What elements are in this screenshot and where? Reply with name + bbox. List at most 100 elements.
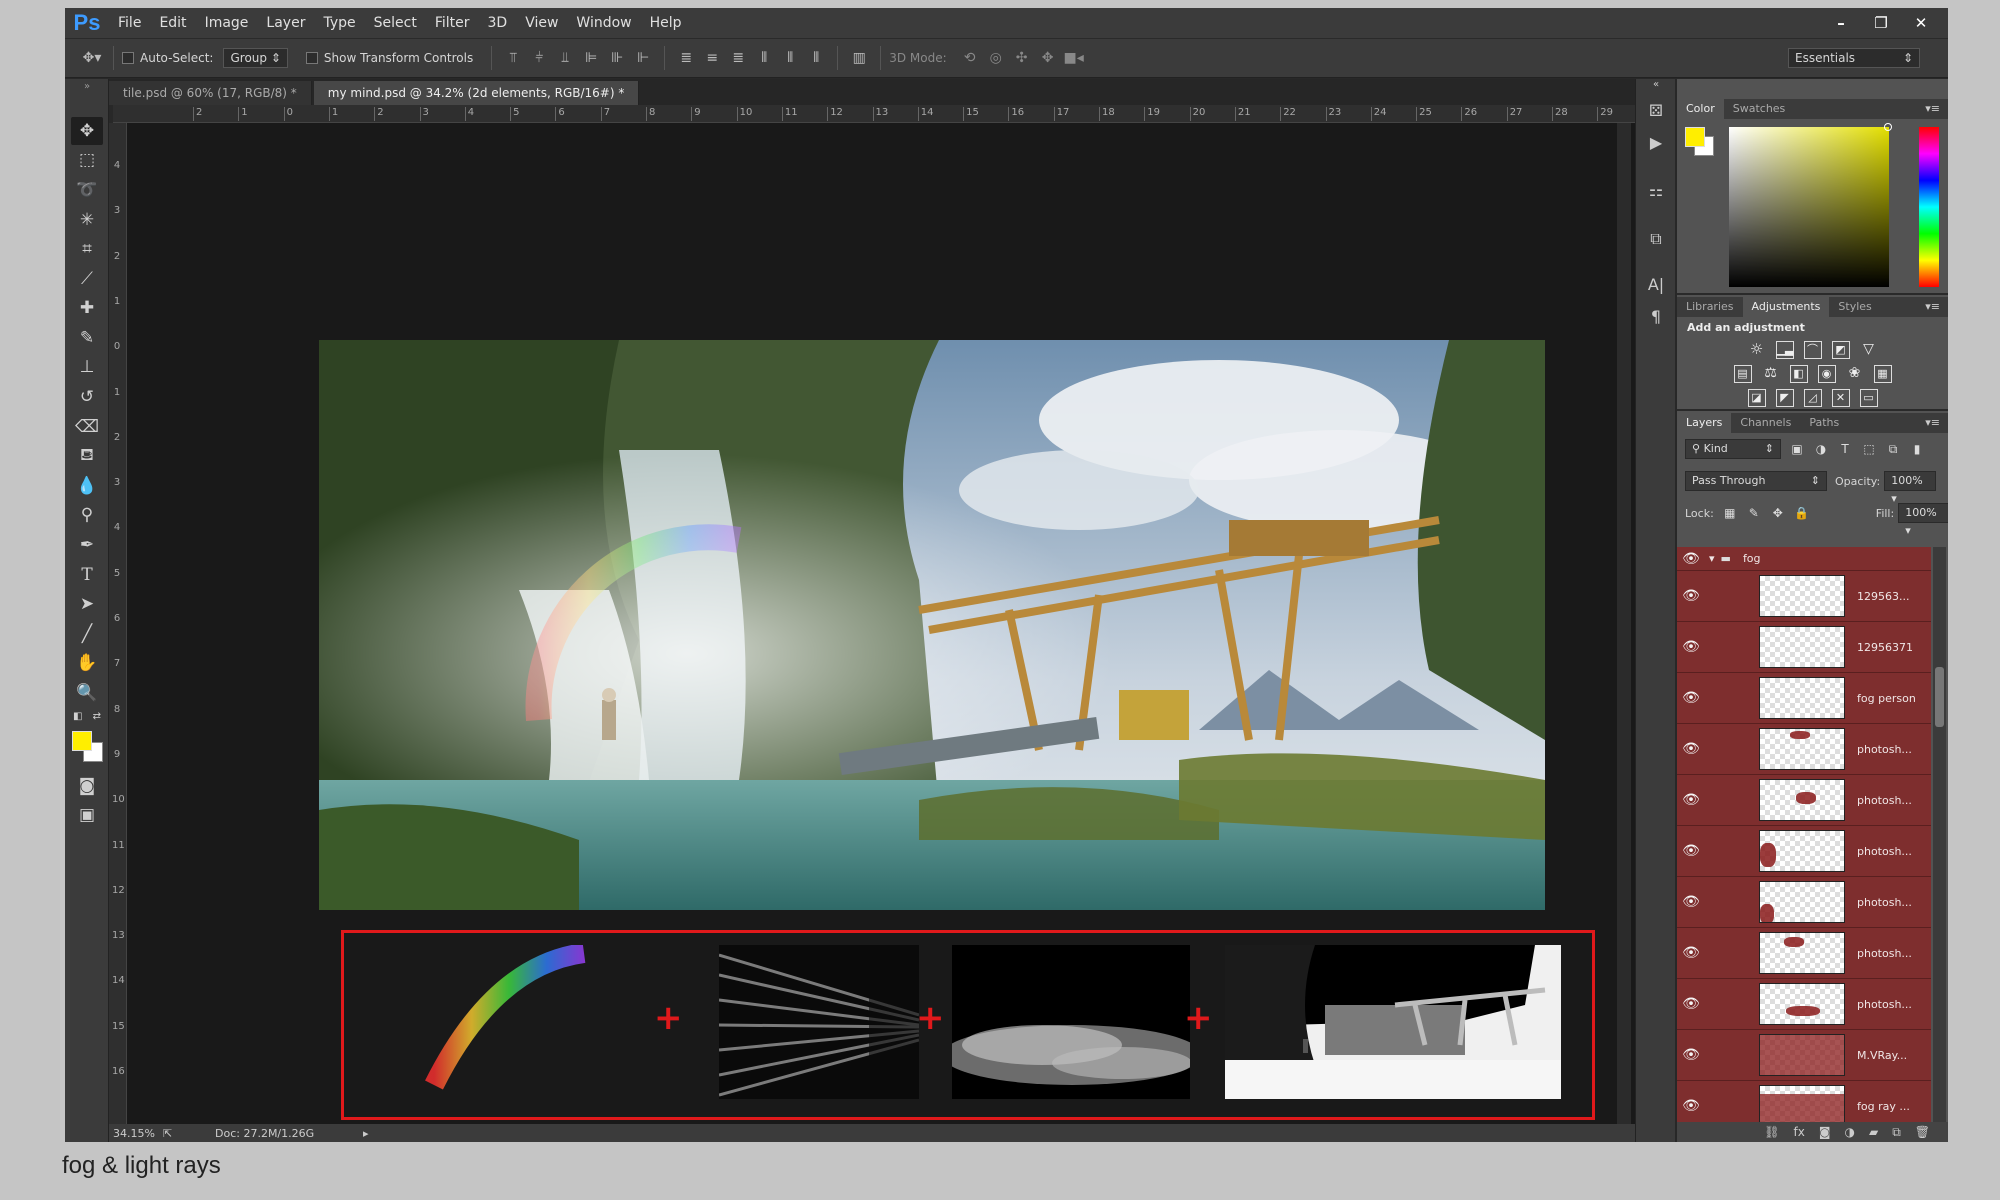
levels-icon[interactable]: ▁▃	[1775, 341, 1794, 359]
group-expand-icon[interactable]: ▾	[1709, 552, 1715, 565]
visibility-eye-icon[interactable]: 👁	[1677, 741, 1705, 757]
layer-row[interactable]: 👁 fog person	[1677, 673, 1931, 724]
layer-thumbnail[interactable]	[1759, 575, 1845, 617]
menu-image[interactable]: Image	[196, 8, 258, 38]
distribute-vcenter-icon[interactable]: ≡	[699, 50, 725, 66]
lock-transparent-icon[interactable]: ▦	[1722, 506, 1738, 520]
visibility-eye-icon[interactable]: 👁	[1677, 996, 1705, 1012]
menu-filter[interactable]: Filter	[426, 8, 479, 38]
invert-icon[interactable]: ◪	[1747, 389, 1766, 407]
layer-name[interactable]: fog ray ...	[1857, 1100, 1910, 1113]
layer-row[interactable]: 👁 fog ray ...	[1677, 1081, 1931, 1127]
visibility-eye-icon[interactable]: 👁	[1677, 690, 1705, 706]
visibility-eye-icon[interactable]: 👁	[1677, 1047, 1705, 1063]
layer-thumbnail[interactable]	[1759, 1034, 1845, 1076]
tab-adjustments[interactable]: Adjustments	[1742, 297, 1830, 317]
menu-type[interactable]: Type	[314, 8, 364, 38]
opacity-input[interactable]: 100% ▾	[1884, 471, 1937, 505]
color-spectrum-field[interactable]	[1729, 127, 1889, 287]
layer-row[interactable]: 👁 129563...	[1677, 571, 1931, 622]
marquee-tool-icon[interactable]: ⬚	[71, 146, 103, 174]
layer-row[interactable]: 👁 photosh...	[1677, 826, 1931, 877]
filter-shape-icon[interactable]: ⬚	[1861, 442, 1877, 456]
layer-thumbnail[interactable]	[1759, 983, 1845, 1025]
layer-thumbnail[interactable]	[1759, 881, 1845, 923]
align-vcenter-icon[interactable]: ⫩	[526, 50, 552, 66]
distribute-left-icon[interactable]: ⦀	[751, 50, 777, 66]
delete-layer-icon[interactable]: 🗑	[1915, 1125, 1930, 1139]
tab-styles[interactable]: Styles	[1829, 297, 1880, 317]
canvas-vertical-scrollbar[interactable]	[1617, 123, 1631, 1134]
tab-layers[interactable]: Layers	[1677, 413, 1732, 433]
collapse-toolbar-icon[interactable]: »	[71, 79, 103, 93]
filter-smart-object-icon[interactable]: ⧉	[1885, 442, 1901, 457]
filter-toggle-icon[interactable]: ▮	[1909, 442, 1925, 456]
3d-rotate-icon[interactable]: ⟲	[957, 50, 983, 66]
align-left-icon[interactable]: ⊫	[578, 50, 604, 66]
curves-icon[interactable]: ⌒	[1803, 341, 1822, 359]
visibility-eye-icon[interactable]: 👁	[1677, 588, 1705, 604]
menu-select[interactable]: Select	[365, 8, 426, 38]
brightness-icon[interactable]: ☼	[1748, 341, 1766, 359]
blur-tool-icon[interactable]: 💧	[71, 472, 103, 500]
layer-row[interactable]: 👁 photosh...	[1677, 775, 1931, 826]
3d-scale-icon[interactable]: ■◂	[1061, 50, 1087, 66]
color-panel-foreground[interactable]	[1685, 127, 1705, 147]
history-panel-icon[interactable]: ⚄	[1644, 101, 1668, 123]
distribute-top-icon[interactable]: ≣	[673, 50, 699, 66]
export-icon[interactable]: ⇱	[163, 1127, 215, 1140]
layer-thumbnail[interactable]	[1759, 779, 1845, 821]
clone-source-panel-icon[interactable]: ⧉	[1644, 229, 1668, 251]
zoom-tool-icon[interactable]: 🔍	[71, 679, 103, 707]
lock-all-icon[interactable]: 🔒	[1794, 506, 1810, 520]
properties-panel-icon[interactable]: ⚏	[1644, 181, 1668, 203]
panel-menu-icon[interactable]: ▾≡	[1925, 413, 1940, 433]
align-right-icon[interactable]: ⊩	[630, 50, 656, 66]
eraser-tool-icon[interactable]: ⌫	[71, 413, 103, 441]
stamp-tool-icon[interactable]: ⊥	[71, 353, 103, 381]
3d-roll-icon[interactable]: ◎	[983, 50, 1009, 66]
type-tool-icon[interactable]: T	[71, 561, 103, 589]
align-top-icon[interactable]: ⫪	[500, 50, 526, 66]
tab-paths[interactable]: Paths	[1800, 413, 1848, 433]
layer-name[interactable]: photosh...	[1857, 896, 1912, 909]
layer-thumbnail[interactable]	[1759, 1085, 1845, 1127]
canvas-area[interactable]: + + +	[127, 123, 1675, 1128]
exposure-icon[interactable]: ◩	[1831, 341, 1850, 359]
visibility-eye-icon[interactable]: 👁	[1677, 551, 1705, 567]
add-mask-icon[interactable]: ◙	[1819, 1125, 1831, 1139]
close-button[interactable]: ✕	[1904, 12, 1938, 34]
menu-window[interactable]: Window	[567, 8, 640, 38]
pen-tool-icon[interactable]: ✒	[71, 531, 103, 559]
visibility-eye-icon[interactable]: 👁	[1677, 894, 1705, 910]
layers-scroll-thumb[interactable]	[1935, 667, 1944, 727]
layer-group-row[interactable]: 👁 ▾ ▬ fog	[1677, 547, 1931, 571]
lock-image-icon[interactable]: ✎	[1746, 506, 1762, 520]
color-picker-marker[interactable]	[1884, 123, 1892, 131]
quick-mask-icon[interactable]: ◙	[71, 772, 103, 800]
hue-saturation-icon[interactable]: ▤	[1733, 365, 1752, 383]
default-swap-colors-icon[interactable]: ◧ ⇄	[71, 709, 103, 723]
magic-wand-tool-icon[interactable]: ✳	[71, 206, 103, 234]
lasso-tool-icon[interactable]: ➰	[71, 176, 103, 204]
vibrance-icon[interactable]: ▽	[1860, 341, 1878, 359]
visibility-eye-icon[interactable]: 👁	[1677, 639, 1705, 655]
filter-adjustment-icon[interactable]: ◑	[1813, 442, 1829, 456]
minimize-button[interactable]: –	[1824, 12, 1858, 34]
history-brush-tool-icon[interactable]: ↺	[71, 383, 103, 411]
3d-pan-icon[interactable]: ✣	[1009, 50, 1035, 66]
layer-row[interactable]: 👁 12956371	[1677, 622, 1931, 673]
color-balance-icon[interactable]: ⚖	[1762, 365, 1780, 383]
color-lookup-icon[interactable]: ▦	[1873, 365, 1892, 383]
tab-channels[interactable]: Channels	[1731, 413, 1800, 433]
menu-file[interactable]: File	[109, 8, 150, 38]
align-hcenter-icon[interactable]: ⊪	[604, 50, 630, 66]
layer-row[interactable]: 👁 photosh...	[1677, 724, 1931, 775]
distribute-right-icon[interactable]: ⦀	[803, 50, 829, 66]
menu-view[interactable]: View	[516, 8, 567, 38]
black-white-icon[interactable]: ◧	[1789, 365, 1808, 383]
tab-my-mind-psd[interactable]: my mind.psd @ 34.2% (2d elements, RGB/16…	[313, 81, 640, 105]
tab-swatches[interactable]: Swatches	[1724, 99, 1795, 119]
foreground-color-swatch[interactable]	[72, 731, 92, 751]
posterize-icon[interactable]: ◤	[1775, 389, 1794, 407]
